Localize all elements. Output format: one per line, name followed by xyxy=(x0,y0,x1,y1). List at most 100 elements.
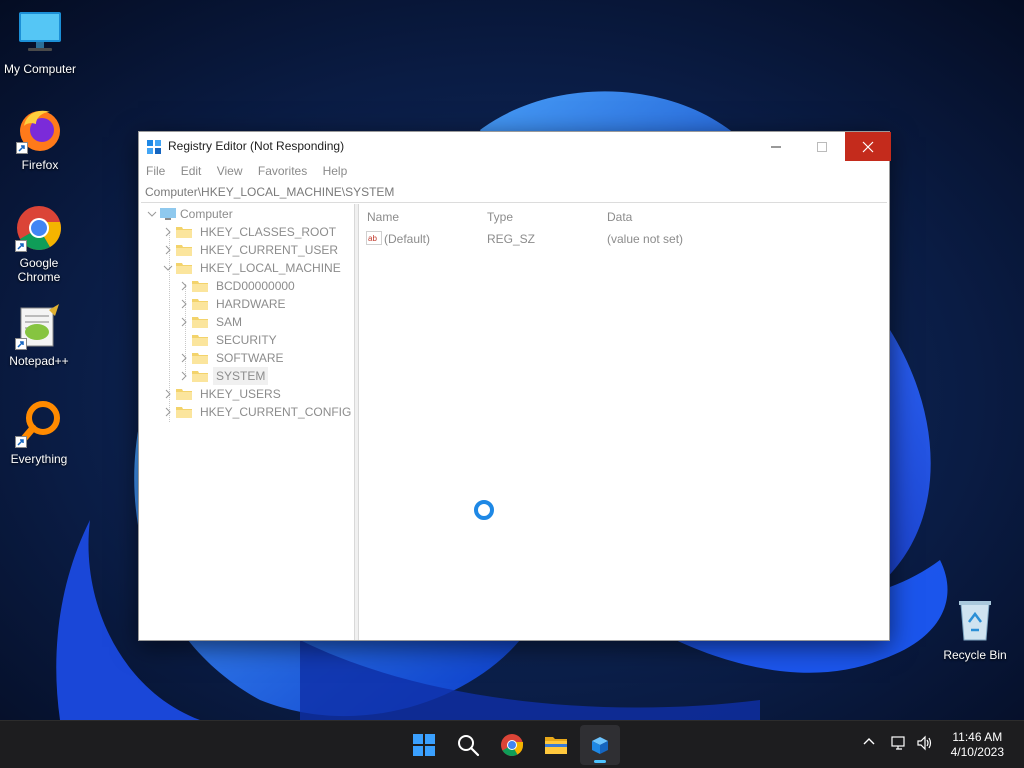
svg-text:ab: ab xyxy=(368,234,377,243)
volume-icon[interactable] xyxy=(916,735,934,751)
maximize-button[interactable] xyxy=(799,132,845,161)
tree-node-label: HKEY_LOCAL_MACHINE xyxy=(200,261,341,275)
chevron-right-icon[interactable] xyxy=(179,371,189,381)
shortcut-arrow-icon xyxy=(15,436,27,448)
search-icon xyxy=(458,735,480,757)
recycle-bin-icon xyxy=(951,596,999,644)
tree-node-label: HKEY_CURRENT_CONFIG xyxy=(200,405,352,419)
desktop-icon-label: My Computer xyxy=(3,62,77,76)
chevron-right-icon[interactable] xyxy=(163,407,173,417)
clock-time: 11:46 AM xyxy=(952,730,1003,744)
column-header-data[interactable]: Data xyxy=(607,210,632,224)
monitor-icon xyxy=(16,10,64,58)
folder-open-icon xyxy=(176,263,192,274)
column-header-type[interactable]: Type xyxy=(487,210,513,224)
value-type: REG_SZ xyxy=(487,232,536,246)
folder-icon xyxy=(192,353,208,364)
chevron-right-icon[interactable] xyxy=(163,389,173,399)
registry-editor-window[interactable]: Registry Editor (Not Responding) File Ed… xyxy=(138,131,891,641)
pane-splitter[interactable] xyxy=(355,204,359,640)
busy-spinner-icon xyxy=(474,500,494,520)
chrome-icon xyxy=(15,204,63,252)
desktop-icon-label: Notepad++ xyxy=(9,354,69,368)
folder-icon xyxy=(176,227,192,238)
shortcut-arrow-icon xyxy=(15,338,27,350)
folder-icon xyxy=(192,317,208,328)
values-list[interactable]: Name Type Data ab (Default) REG_SZ (valu… xyxy=(360,204,890,640)
active-app-indicator xyxy=(594,760,606,763)
menu-bar: File Edit View Favorites Help xyxy=(139,161,889,181)
desktop-icon-label: Recycle Bin xyxy=(943,648,1007,662)
chevron-right-icon[interactable] xyxy=(179,317,189,327)
menu-favorites[interactable]: Favorites xyxy=(258,161,307,181)
tree-node-label: SYSTEM xyxy=(213,367,269,385)
registry-tree[interactable]: Computer HKEY_CLASSES_ROOT HKEY_CURRENT_… xyxy=(139,204,355,640)
folder-icon xyxy=(176,245,192,256)
chevron-right-icon[interactable] xyxy=(179,299,189,309)
maximize-icon xyxy=(817,142,827,152)
tree-node-label: BCD00000000 xyxy=(216,279,295,293)
firefox-icon xyxy=(16,106,64,154)
menu-file[interactable]: File xyxy=(146,161,165,181)
address-bar[interactable]: Computer\HKEY_LOCAL_MACHINE\SYSTEM xyxy=(141,181,887,203)
magnifier-icon xyxy=(15,400,63,448)
folder-icon xyxy=(176,407,192,418)
close-icon xyxy=(862,141,874,153)
tree-node-label: HARDWARE xyxy=(216,297,286,311)
tree-node-label: HKEY_USERS xyxy=(200,387,281,401)
menu-help[interactable]: Help xyxy=(323,161,348,181)
chevron-down-icon[interactable] xyxy=(147,209,157,219)
taskbar: 11:46 AM 4/10/2023 xyxy=(0,720,1024,768)
chevron-up-icon[interactable] xyxy=(862,735,876,749)
tree-node-label: SECURITY xyxy=(216,333,277,347)
chevron-right-icon[interactable] xyxy=(163,245,173,255)
folder-icon xyxy=(545,737,567,754)
value-name: (Default) xyxy=(384,232,431,246)
desktop-icon-firefox[interactable]: Firefox xyxy=(0,106,80,172)
tree-node-label: SAM xyxy=(216,315,243,329)
minimize-icon xyxy=(771,146,781,148)
network-icon[interactable] xyxy=(890,735,908,751)
close-button[interactable] xyxy=(845,132,891,161)
notepad-plus-plus-icon xyxy=(15,302,63,350)
tree-node-label: SOFTWARE xyxy=(216,351,284,365)
minimize-button[interactable] xyxy=(753,132,799,161)
column-header-name[interactable]: Name xyxy=(367,210,399,224)
menu-edit[interactable]: Edit xyxy=(181,161,202,181)
start-button[interactable] xyxy=(404,725,444,765)
registry-editor-icon xyxy=(592,737,608,754)
chevron-right-icon[interactable] xyxy=(179,353,189,363)
menu-view[interactable]: View xyxy=(217,161,243,181)
chevron-right-icon[interactable] xyxy=(179,281,189,291)
shortcut-arrow-icon xyxy=(16,142,28,154)
desktop-icon-everything[interactable]: Everything xyxy=(0,400,79,466)
taskbar-registry-editor-button[interactable] xyxy=(580,725,620,765)
folder-icon xyxy=(192,371,208,382)
windows-logo-icon xyxy=(413,734,435,756)
taskbar-clock[interactable]: 11:46 AM 4/10/2023 xyxy=(951,730,1004,760)
window-title: Registry Editor (Not Responding) xyxy=(168,139,345,153)
computer-icon xyxy=(160,208,176,220)
title-bar[interactable]: Registry Editor (Not Responding) xyxy=(139,132,891,161)
folder-icon xyxy=(176,389,192,400)
chevron-right-icon[interactable] xyxy=(163,227,173,237)
folder-icon xyxy=(192,299,208,310)
chevron-down-icon[interactable] xyxy=(163,263,173,273)
taskbar-file-explorer-button[interactable] xyxy=(536,725,576,765)
tree-node-label: Computer xyxy=(180,207,233,221)
desktop-icon-notepad-plus-plus[interactable]: Notepad++ xyxy=(0,302,79,368)
desktop-icon-recycle-bin[interactable]: Recycle Bin xyxy=(935,596,1015,662)
clock-date: 4/10/2023 xyxy=(950,745,1004,759)
string-value-icon: ab xyxy=(366,231,382,245)
chrome-icon xyxy=(501,734,523,756)
taskbar-search-button[interactable] xyxy=(448,725,488,765)
desktop-icon-label: Firefox xyxy=(21,158,59,172)
taskbar-chrome-button[interactable] xyxy=(492,725,532,765)
folder-icon xyxy=(192,281,208,292)
desktop-icon-my-computer[interactable]: My Computer xyxy=(0,10,80,76)
desktop-icon-label: Google Chrome xyxy=(17,256,61,284)
shortcut-arrow-icon xyxy=(15,240,27,252)
registry-editor-icon xyxy=(146,139,162,155)
folder-icon xyxy=(192,335,208,346)
desktop-icon-google-chrome[interactable]: Google Chrome xyxy=(0,204,79,284)
